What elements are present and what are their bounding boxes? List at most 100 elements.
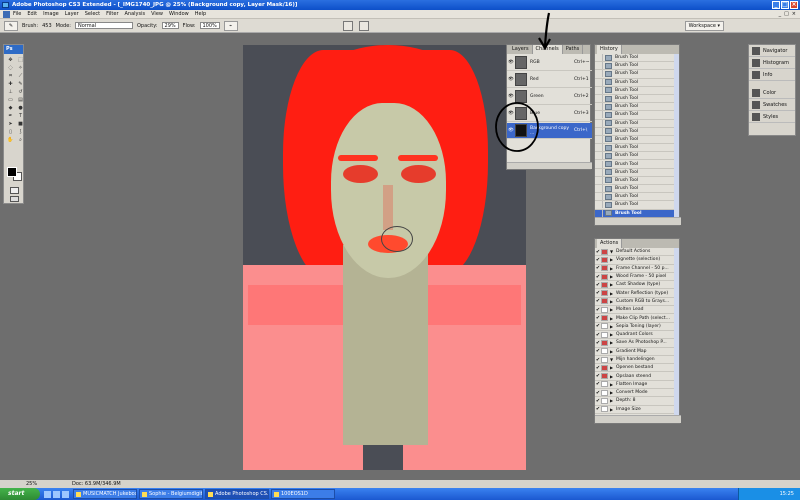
zoom-level[interactable]: 25% [26, 480, 37, 488]
dialog-toggle-icon[interactable] [601, 256, 608, 263]
action-row[interactable]: ✔ ▶ Vignette (selection) [595, 256, 679, 265]
actions-scrollbar[interactable] [674, 248, 679, 416]
history-snapshot-checkbox[interactable] [595, 176, 603, 184]
maximize-button[interactable]: □ [781, 1, 789, 9]
palette-well-icon[interactable] [359, 21, 369, 31]
action-row[interactable]: ✔ ▶ Flatten Image [595, 381, 679, 390]
gradient-icon[interactable]: ▤ [16, 96, 25, 103]
dialog-toggle-icon[interactable] [601, 373, 608, 380]
dialog-toggle-icon[interactable] [601, 323, 608, 330]
visibility-eye-icon[interactable]: 👁 [507, 77, 515, 82]
quicklaunch-desktop-icon[interactable] [53, 490, 60, 498]
action-row[interactable]: ✔ ▶ Quadrant Colors [595, 331, 679, 340]
dock-swatches[interactable]: Swatches [749, 99, 795, 111]
history-snapshot-checkbox[interactable] [595, 127, 603, 135]
history-item[interactable]: Brush Tool [595, 62, 679, 71]
dialog-toggle-icon[interactable] [601, 381, 608, 388]
menu-select[interactable]: Select [85, 10, 100, 18]
screen-mode-icon[interactable] [10, 196, 19, 202]
history-item[interactable]: Brush Tool [595, 127, 679, 136]
dialog-toggle-icon[interactable] [601, 331, 608, 338]
tab-actions[interactable]: Actions [597, 239, 623, 248]
action-row[interactable]: ✔ ▶ Opslaan steend [595, 372, 679, 381]
history-item[interactable]: Brush Tool [595, 119, 679, 128]
action-row[interactable]: ✔ ▶ Save As Photoshop P... [595, 339, 679, 348]
workspace-dropdown[interactable]: Workspace ▾ [684, 21, 724, 31]
close-button[interactable]: × [790, 1, 798, 9]
history-snapshot-checkbox[interactable] [595, 201, 603, 209]
history-snapshot-checkbox[interactable] [595, 160, 603, 168]
dialog-toggle-icon[interactable] [601, 281, 608, 288]
history-snapshot-checkbox[interactable] [595, 54, 603, 62]
dialog-toggle-icon[interactable] [601, 389, 608, 396]
history-item[interactable]: Brush Tool [595, 103, 679, 112]
flow-field[interactable]: 100% [199, 22, 220, 29]
menu-image[interactable]: Image [43, 10, 59, 18]
dialog-toggle-icon[interactable] [601, 315, 608, 322]
dialog-toggle-icon[interactable] [601, 273, 608, 280]
dialog-toggle-icon[interactable] [601, 290, 608, 297]
action-row[interactable]: ✔ ▶ Frame Channel - 50 p... [595, 265, 679, 273]
history-item[interactable]: Brush Tool [595, 86, 679, 95]
task-photoshop[interactable]: Adobe Photoshop CS... [205, 489, 269, 499]
tab-layers[interactable]: Layers [509, 45, 533, 54]
airbrush-icon[interactable]: ⌁ [223, 20, 238, 31]
action-row[interactable]: ✔ ▶ Make Clip Path (select... [595, 314, 679, 323]
shape-icon[interactable]: ■ [16, 120, 25, 127]
quicklaunch-ie-icon[interactable] [44, 490, 51, 498]
history-snapshot-checkbox[interactable] [595, 103, 603, 111]
action-row[interactable]: ✔ ▶ Gradient Map [595, 348, 679, 356]
action-row[interactable]: ✔ ▶ Cast Shadow (type) [595, 281, 679, 290]
slice-icon[interactable]: ⟋ [16, 72, 25, 79]
visibility-eye-icon[interactable]: 👁 [507, 94, 515, 99]
hand-icon[interactable]: ✋ [6, 136, 15, 143]
dialog-toggle-icon[interactable] [601, 348, 608, 355]
dialog-toggle-icon[interactable] [601, 339, 608, 346]
channel-row-red[interactable]: 👁 Red Ctrl+1 [507, 72, 592, 88]
history-snapshot-checkbox[interactable] [595, 209, 603, 217]
history-item[interactable]: Brush Tool [595, 111, 679, 120]
eyedropper-icon[interactable]: ⟆ [16, 128, 25, 135]
history-item[interactable]: Brush Tool [595, 135, 679, 145]
menu-filter[interactable]: Filter [106, 10, 118, 18]
history-brush-icon[interactable]: ↺ [16, 88, 25, 95]
history-snapshot-checkbox[interactable] [595, 86, 603, 94]
menu-file[interactable]: File [13, 10, 21, 18]
visibility-eye-icon[interactable]: 👁 [507, 60, 515, 65]
lasso-icon[interactable]: ◌ [6, 64, 15, 71]
history-item[interactable]: Brush Tool [595, 193, 679, 202]
history-scrollbar[interactable] [674, 54, 679, 219]
start-button[interactable]: start [0, 488, 40, 500]
history-item[interactable]: Brush Tool [595, 176, 679, 185]
history-snapshot-checkbox[interactable] [595, 70, 603, 78]
history-snapshot-checkbox[interactable] [595, 152, 603, 160]
history-item[interactable]: Brush Tool [595, 168, 679, 177]
stamp-icon[interactable]: ⊥ [6, 88, 15, 95]
history-item[interactable]: Brush Tool [595, 160, 679, 169]
task-folder[interactable]: 100EOS1D [271, 489, 335, 499]
opacity-field[interactable]: 29% [161, 22, 179, 29]
dialog-toggle-icon[interactable] [601, 306, 608, 313]
marquee-icon[interactable]: ⬚ [16, 56, 25, 63]
dodge-icon[interactable]: ● [16, 104, 25, 111]
menu-layer[interactable]: Layer [65, 10, 79, 18]
mode-select[interactable]: Normal [74, 22, 133, 29]
history-item[interactable]: Brush Tool [595, 144, 679, 153]
action-row[interactable]: ✔ ▶ Image Size [595, 406, 679, 414]
notes-icon[interactable]: ▯ [6, 128, 15, 135]
history-item[interactable]: Brush Tool [595, 54, 679, 63]
blur-icon[interactable]: ◆ [6, 104, 15, 111]
action-row[interactable]: ✔ ▶ Depth: 8 [595, 397, 679, 406]
history-snapshot-checkbox[interactable] [595, 78, 603, 86]
history-snapshot-checkbox[interactable] [595, 119, 603, 127]
dock-color[interactable]: Color [749, 87, 795, 99]
menu-window[interactable]: Window [169, 10, 189, 18]
dialog-toggle-icon[interactable] [601, 397, 608, 404]
quicklaunch-media-icon[interactable] [62, 490, 69, 498]
doc-minimize-button[interactable]: _ [779, 10, 782, 19]
history-item[interactable]: Brush Tool [595, 70, 679, 79]
action-row[interactable]: ✔ ▶ Openen bestand [595, 364, 679, 373]
action-set-row[interactable]: ✔ ▼ Mijn handelingen [595, 356, 679, 365]
dialog-toggle-icon[interactable] [601, 356, 608, 363]
eraser-icon[interactable]: ▭ [6, 96, 15, 103]
